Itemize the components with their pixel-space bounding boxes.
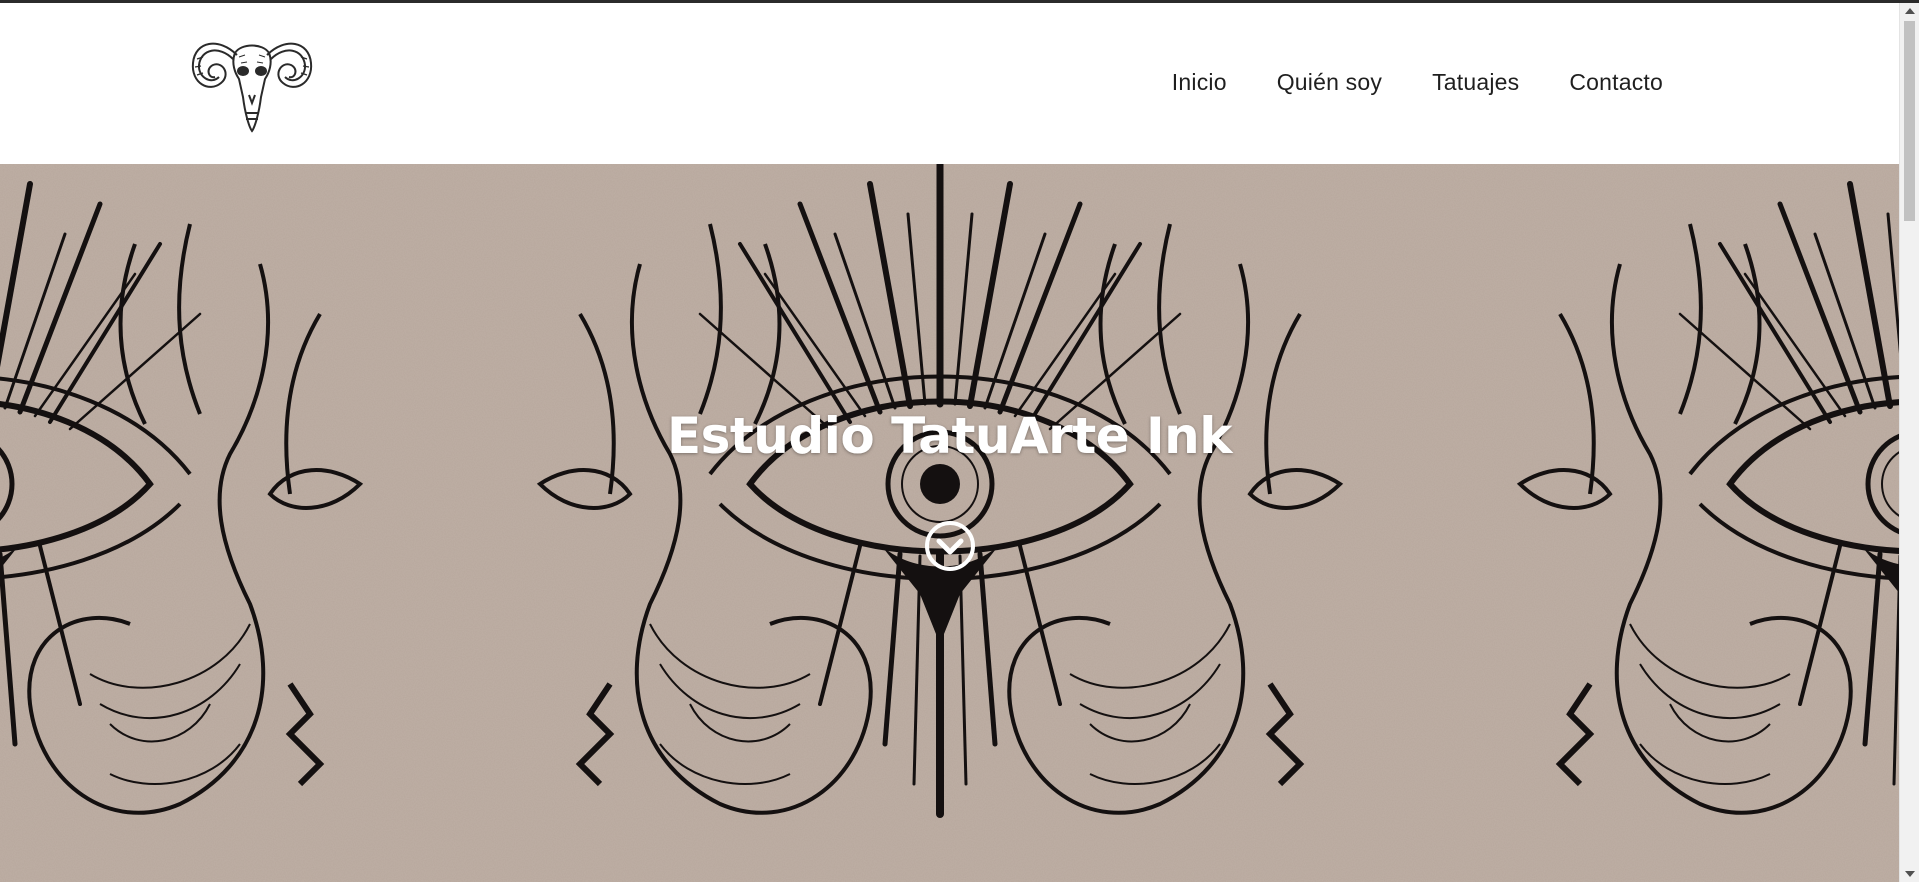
- nav-item-contacto[interactable]: Contacto: [1569, 69, 1663, 96]
- site-header: Inicio Quién soy Tatuajes Contacto: [0, 3, 1899, 164]
- nav-item-inicio[interactable]: Inicio: [1172, 69, 1227, 96]
- nav-item-tatuajes[interactable]: Tatuajes: [1432, 69, 1519, 96]
- hero-section: Estudio TatuArte Ink: [0, 164, 1899, 882]
- page-scrollbar[interactable]: [1899, 3, 1919, 882]
- ram-skull-logo[interactable]: [189, 33, 315, 135]
- chevron-down-circle-icon[interactable]: [923, 519, 977, 573]
- page: Inicio Quién soy Tatuajes Contacto Estud…: [0, 0, 1919, 882]
- scroll-down-arrow-icon[interactable]: [1905, 871, 1915, 877]
- main-nav: Inicio Quién soy Tatuajes Contacto: [1172, 69, 1663, 96]
- scroll-up-arrow-icon[interactable]: [1905, 8, 1915, 14]
- scroll-thumb[interactable]: [1904, 21, 1915, 221]
- hero-title: Estudio TatuArte Ink: [666, 407, 1233, 465]
- nav-item-quien-soy[interactable]: Quién soy: [1277, 69, 1382, 96]
